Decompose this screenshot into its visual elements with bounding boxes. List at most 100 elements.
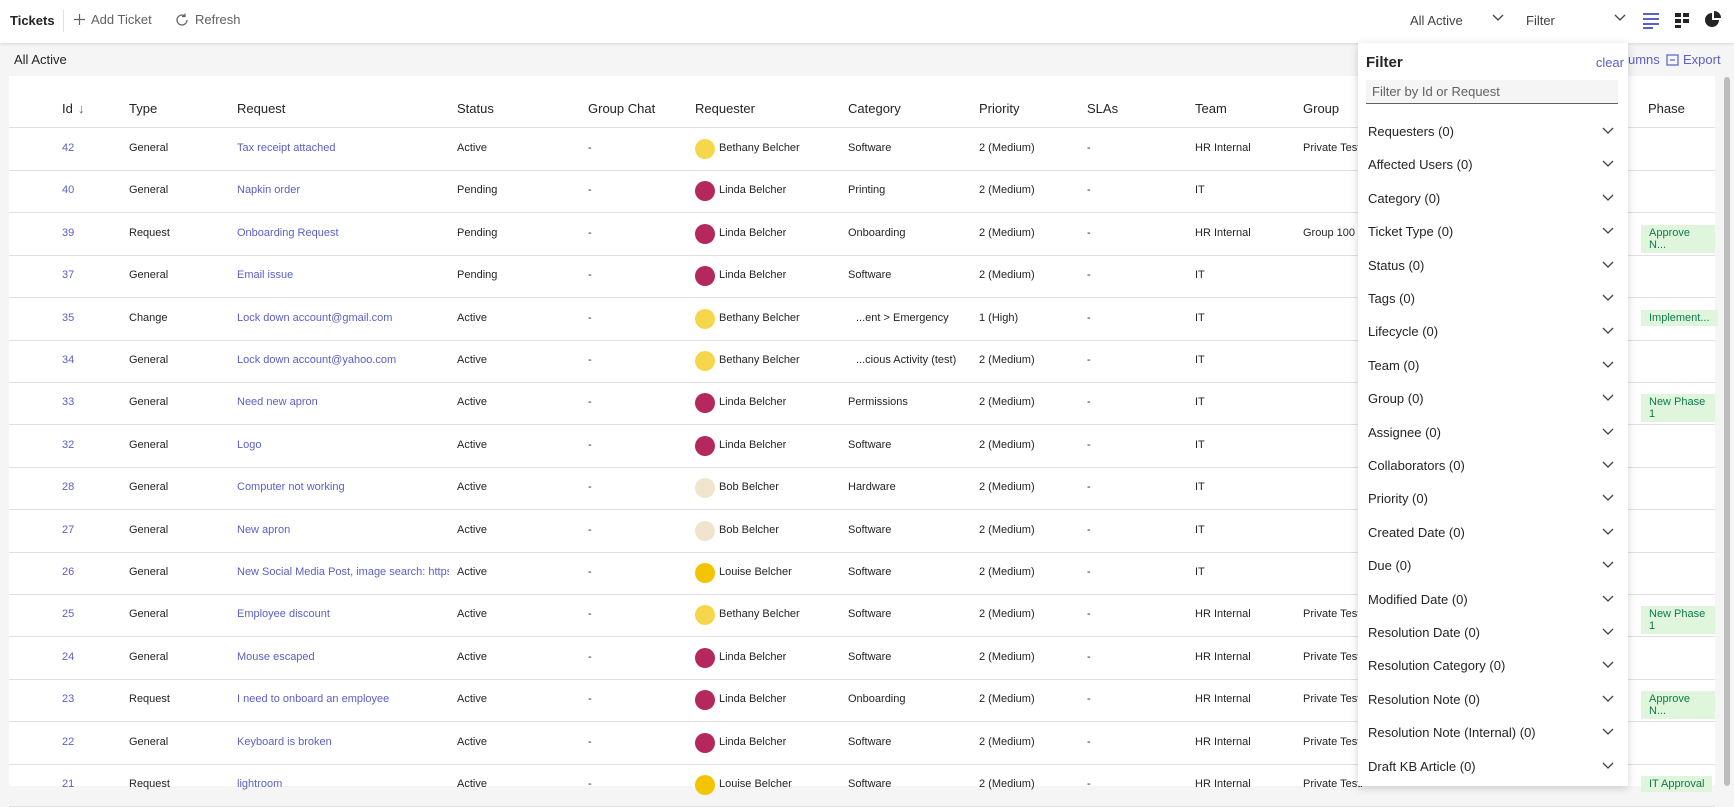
chart-view-icon[interactable] [1704,11,1722,29]
chevron-down-icon[interactable] [1602,426,1614,438]
ticket-request-link[interactable]: New apron [237,524,290,536]
filter-section[interactable]: Affected Users (0) [1358,148,1628,180]
filter-section[interactable]: Modified Date (0) [1358,583,1628,615]
ticket-slas: - [1087,693,1091,706]
filter-search-input[interactable]: Filter by Id or Request [1366,80,1618,104]
ticket-request-link[interactable]: Tax receipt attached [237,142,335,154]
ticket-request-link[interactable]: lightroom [237,778,282,790]
export-button[interactable]: Export [1666,52,1721,67]
chevron-down-icon[interactable] [1602,492,1614,504]
columns-button[interactable]: umns [1628,52,1660,67]
ticket-id-link[interactable]: 23 [62,693,74,705]
chevron-down-icon[interactable] [1602,325,1614,337]
ticket-request-link[interactable]: Keyboard is broken [237,736,332,748]
filter-section[interactable]: Priority (0) [1358,482,1628,514]
chevron-down-icon[interactable] [1614,11,1626,23]
ticket-id-link[interactable]: 32 [62,439,74,451]
vertical-scrollbar[interactable] [1724,77,1730,786]
chevron-down-icon[interactable] [1602,726,1614,738]
ticket-request-link[interactable]: New Social Media Post, image search: htt… [237,566,449,578]
ticket-request-link[interactable]: Need new apron [237,396,318,408]
filter-section[interactable]: Tags (0) [1358,282,1628,314]
chevron-down-icon[interactable] [1602,158,1614,170]
add-ticket-button[interactable]: Add Ticket [74,12,152,27]
ticket-request-link[interactable]: Logo [237,439,261,451]
filter-section[interactable]: Category (0) [1358,182,1628,214]
ticket-request-link[interactable]: Employee discount [237,608,330,620]
chevron-down-icon[interactable] [1602,593,1614,605]
chevron-down-icon[interactable] [1602,359,1614,371]
filter-section[interactable]: Resolution Note (Internal) (0) [1358,716,1628,748]
column-header-id[interactable]: Id [62,101,73,116]
ticket-id-link[interactable]: 25 [62,608,74,620]
column-header-slas[interactable]: SLAs [1087,101,1118,116]
ticket-id-link[interactable]: 35 [62,312,74,324]
chevron-down-icon[interactable] [1492,11,1504,23]
column-header-type[interactable]: Type [129,101,157,116]
chevron-down-icon[interactable] [1602,259,1614,271]
ticket-request-link[interactable]: Onboarding Request [237,227,339,239]
column-header-requester[interactable]: Requester [695,101,755,116]
filter-section[interactable]: Status (0) [1358,249,1628,281]
chevron-down-icon[interactable] [1602,292,1614,304]
chevron-down-icon[interactable] [1602,125,1614,137]
column-header-chat[interactable]: Group Chat [588,101,655,116]
chevron-down-icon[interactable] [1602,760,1614,772]
board-view-icon[interactable] [1674,11,1690,29]
ticket-id-link[interactable]: 33 [62,396,74,408]
filter-section[interactable]: Team (0) [1358,349,1628,381]
list-view-icon[interactable] [1642,11,1660,29]
filter-section[interactable]: Draft KB Article (0) [1358,750,1628,782]
filter-section[interactable]: Due (0) [1358,549,1628,581]
filter-section[interactable]: Created Date (0) [1358,516,1628,548]
filter-select[interactable]: Filter [1526,13,1555,28]
ticket-id-link[interactable]: 22 [62,736,74,748]
ticket-id-link[interactable]: 39 [62,227,74,239]
column-header-phase[interactable]: Phase [1648,101,1685,116]
chevron-down-icon[interactable] [1602,659,1614,671]
ticket-id-link[interactable]: 27 [62,524,74,536]
filter-section[interactable]: Ticket Type (0) [1358,215,1628,247]
filter-section[interactable]: Resolution Date (0) [1358,616,1628,648]
filter-section[interactable]: Requesters (0) [1358,115,1628,147]
sort-descending-icon[interactable]: ↓ [78,101,85,116]
ticket-id-link[interactable]: 37 [62,269,74,281]
filter-section[interactable]: Lifecycle (0) [1358,315,1628,347]
chevron-down-icon[interactable] [1602,459,1614,471]
ticket-id-link[interactable]: 34 [62,354,74,366]
ticket-id-link[interactable]: 42 [62,142,74,154]
ticket-request-link[interactable]: Lock down account@gmail.com [237,312,392,324]
column-header-category[interactable]: Category [848,101,901,116]
ticket-request-link[interactable]: Lock down account@yahoo.com [237,354,396,366]
filter-section[interactable]: Collaborators (0) [1358,449,1628,481]
column-header-group[interactable]: Group [1303,101,1339,116]
ticket-request-link[interactable]: I need to onboard an employee [237,693,389,705]
ticket-id-link[interactable]: 40 [62,184,74,196]
ticket-id-link[interactable]: 24 [62,651,74,663]
ticket-id-link[interactable]: 21 [62,778,74,790]
clear-filters-link[interactable]: clear [1596,55,1624,70]
ticket-id-link[interactable]: 26 [62,566,74,578]
ticket-request-link[interactable]: Mouse escaped [237,651,315,663]
chevron-down-icon[interactable] [1602,626,1614,638]
chevron-down-icon[interactable] [1602,225,1614,237]
chevron-down-icon[interactable] [1602,559,1614,571]
chevron-down-icon[interactable] [1602,392,1614,404]
chevron-down-icon[interactable] [1602,693,1614,705]
filter-section[interactable]: Group (0) [1358,382,1628,414]
ticket-request-link[interactable]: Napkin order [237,184,300,196]
column-header-request[interactable]: Request [237,101,285,116]
ticket-id-link[interactable]: 28 [62,481,74,493]
filter-section[interactable]: Resolution Category (0) [1358,649,1628,681]
column-header-team[interactable]: Team [1195,101,1227,116]
column-header-status[interactable]: Status [457,101,494,116]
ticket-request-link[interactable]: Email issue [237,269,293,281]
filter-section[interactable]: Assignee (0) [1358,416,1628,448]
refresh-button[interactable]: Refresh [175,12,241,27]
ticket-request-link[interactable]: Computer not working [237,481,345,493]
chevron-down-icon[interactable] [1602,526,1614,538]
column-header-priority[interactable]: Priority [979,101,1019,116]
chevron-down-icon[interactable] [1602,192,1614,204]
filter-section[interactable]: Resolution Note (0) [1358,683,1628,715]
view-select[interactable]: All Active [1410,13,1463,28]
